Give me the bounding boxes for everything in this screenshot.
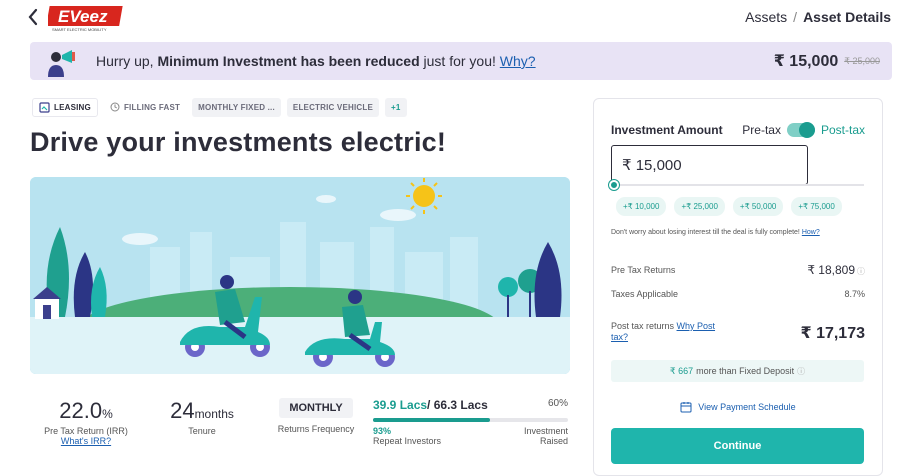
post-tax-label[interactable]: Post-tax <box>821 123 865 137</box>
pre-tax-returns-label: Pre Tax Returns <box>611 265 676 275</box>
fd-comparison: ₹ 667 more than Fixed Deposit ⓘ <box>611 360 864 382</box>
leasing-icon <box>39 101 50 113</box>
fd-value: ₹ 667 <box>669 365 694 376</box>
tag-filling-fast: FILLING FAST <box>104 98 186 117</box>
funding-progress: 39.9 Lacs/ 66.3 Lacs 60% 93% Repeat Inves… <box>373 398 568 446</box>
info-icon[interactable]: ⓘ <box>857 267 865 276</box>
info-icon[interactable]: ⓘ <box>797 366 805 377</box>
tag-monthly-fixed-label: MONTHLY FIXED ... <box>198 102 275 112</box>
quick-add-10000[interactable]: +₹ 10,000 <box>616 197 667 216</box>
hero-illustration <box>30 177 570 374</box>
banner-message: Hurry up, Minimum Investment has been re… <box>96 53 536 69</box>
post-tax-returns-label: Post tax returns <box>611 321 677 331</box>
old-min-investment: ₹ 25,000 <box>844 56 880 67</box>
irr-value: 22.0 <box>59 398 103 423</box>
interest-note-text: Don't worry about losing interest till t… <box>611 229 802 236</box>
fd-text: more than Fixed Deposit <box>696 366 795 376</box>
investment-raised-label-1: Investment <box>523 426 568 436</box>
tax-toggle-knob <box>798 122 815 138</box>
banner-text-pre: Hurry up, <box>96 53 158 69</box>
taxes-row: Taxes Applicable 8.7% <box>611 289 865 299</box>
stat-tenure: 24months Tenure <box>160 398 244 436</box>
repeat-label: Repeat Investors <box>373 436 442 446</box>
new-min-investment: ₹ 15,000 <box>773 53 839 70</box>
calendar-icon <box>680 402 692 413</box>
investment-raised-label-2: Raised <box>539 436 568 446</box>
investment-raised-label: Investment Raised <box>524 426 568 446</box>
banner-why-link[interactable]: Why? <box>500 53 536 69</box>
quick-amounts: +₹ 10,000 +₹ 25,000 +₹ 50,000 +₹ 75,000 <box>616 197 842 216</box>
repeat-percent: 93% <box>373 426 392 436</box>
raised-percent: 60% <box>547 398 568 409</box>
tax-toggle[interactable] <box>786 122 815 138</box>
tag-more-button[interactable]: +1 <box>385 97 407 117</box>
progress-fill <box>373 418 490 422</box>
tag-leasing: LEASING <box>32 97 98 117</box>
logo[interactable]: EVeez SMART ELECTRIC MOBILITY <box>48 4 125 32</box>
stat-irr: 22.0% Pre Tax Return (IRR) What's IRR? <box>30 398 142 446</box>
slider-track <box>611 184 864 186</box>
pre-tax-label[interactable]: Pre-tax <box>742 123 781 137</box>
quick-add-25000[interactable]: +₹ 25,000 <box>674 197 725 216</box>
banner-text-bold: Minimum Investment has been reduced <box>157 53 420 69</box>
clock-icon <box>110 102 120 112</box>
tenure-unit: months <box>194 407 234 421</box>
how-link[interactable]: How? <box>802 229 820 236</box>
tag-leasing-label: LEASING <box>54 102 91 112</box>
investment-amount-heading: Investment Amount <box>611 123 723 137</box>
view-payment-schedule-label: View Payment Schedule <box>698 402 796 412</box>
post-tax-returns-value: ₹ 17,173 <box>800 325 865 342</box>
view-payment-schedule-link[interactable]: View Payment Schedule <box>594 401 882 413</box>
tag-filling-fast-label: FILLING FAST <box>123 102 181 112</box>
frequency-label: Returns Frequency <box>277 424 355 434</box>
quick-add-75000[interactable]: +₹ 75,000 <box>791 197 842 216</box>
taxes-label: Taxes Applicable <box>611 289 679 299</box>
breadcrumb-assets[interactable]: Assets <box>745 9 787 25</box>
frequency-value: MONTHLY <box>279 398 353 418</box>
electric-scooter-scene <box>30 177 570 374</box>
banner-price: ₹ 15,000 ₹ 25,000 <box>774 51 880 71</box>
banner-text-post: just for you! <box>419 53 500 69</box>
header: EVeez SMART ELECTRIC MOBILITY Assets / Ass… <box>0 0 900 36</box>
amount-slider[interactable] <box>609 180 864 190</box>
tag-more-label: +1 <box>391 102 401 112</box>
raised-amount: 39.9 Lacs <box>373 398 428 412</box>
tag-monthly-fixed: MONTHLY FIXED ... <box>192 97 281 117</box>
svg-text:EVeez: EVeez <box>58 7 108 26</box>
interest-note: Don't worry about losing interest till t… <box>611 229 820 236</box>
slider-thumb[interactable] <box>609 180 619 190</box>
investment-panel: Investment Amount Pre-tax Post-tax ₹ 15,… <box>593 98 883 476</box>
whats-irr-link[interactable]: What's IRR? <box>30 436 142 446</box>
breadcrumb-separator: / <box>793 9 798 25</box>
continue-button[interactable]: Continue <box>611 428 864 464</box>
asset-stats: 22.0% Pre Tax Return (IRR) What's IRR? 2… <box>30 398 570 468</box>
target-amount: / 66.3 Lacs <box>427 398 488 412</box>
page-title: Drive your investments electric! <box>30 127 447 157</box>
asset-tags: LEASING FILLING FAST MONTHLY FIXED ... E… <box>32 97 407 117</box>
stat-frequency: MONTHLY Returns Frequency <box>274 398 358 434</box>
svg-text:SMART ELECTRIC MOBILITY: SMART ELECTRIC MOBILITY <box>52 27 107 32</box>
promo-banner: Hurry up, Minimum Investment has been re… <box>30 42 892 80</box>
investment-amount-input[interactable]: ₹ 15,000 <box>611 145 808 185</box>
progress-track <box>373 418 568 422</box>
tenure-value: 24 <box>170 398 195 423</box>
breadcrumb: Assets / Asset Details <box>745 9 891 25</box>
quick-add-50000[interactable]: +₹ 50,000 <box>732 197 784 216</box>
irr-unit: % <box>102 407 113 421</box>
taxes-value: 8.7% <box>844 289 865 299</box>
post-tax-returns-row: Post tax returns Why Post tax? ₹ 17,173 <box>611 321 865 343</box>
tax-toggle-group: Pre-tax Post-tax <box>742 122 865 138</box>
back-arrow-icon[interactable] <box>24 6 44 28</box>
megaphone-person-icon <box>48 50 75 77</box>
breadcrumb-current: Asset Details <box>803 9 891 25</box>
tag-electric-vehicle: ELECTRIC VEHICLE <box>286 97 380 117</box>
pre-tax-returns-row: Pre Tax Returns ₹ 18,809 ⓘ <box>611 263 865 277</box>
irr-label: Pre Tax Return (IRR) <box>44 426 128 436</box>
tenure-label: Tenure <box>188 426 216 436</box>
tag-electric-vehicle-label: ELECTRIC VEHICLE <box>292 102 374 112</box>
pre-tax-returns-value: ₹ 18,809 <box>807 263 855 277</box>
